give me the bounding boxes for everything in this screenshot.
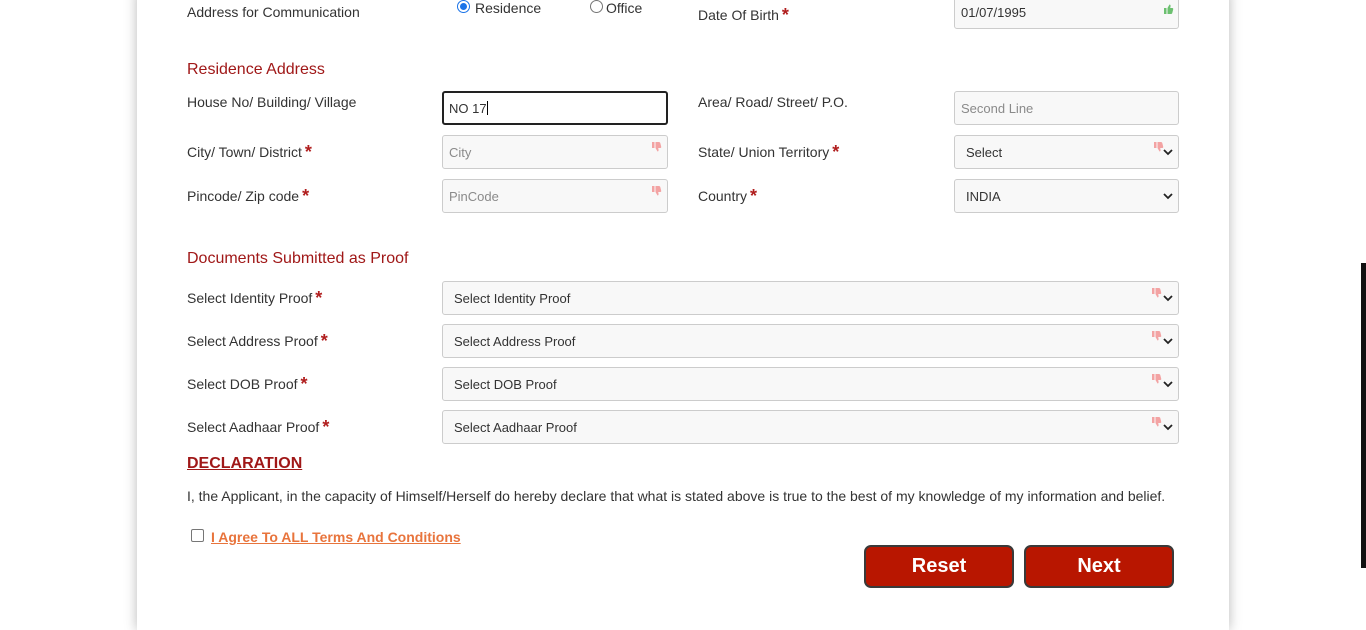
office-radio[interactable] (590, 0, 603, 13)
city-input[interactable]: City (442, 135, 668, 169)
communication-label: Address for Communication (187, 4, 360, 20)
thumbs-down-icon (1152, 288, 1162, 298)
identity-proof-label: Select Identity Proof * (187, 288, 323, 308)
dob-proof-selected-value: Select DOB Proof (454, 377, 557, 392)
office-radio-label[interactable]: Office (606, 0, 642, 16)
dob-input[interactable]: 01/07/1995 (954, 0, 1179, 29)
address-proof-label: Select Address Proof * (187, 331, 328, 351)
terms-link[interactable]: I Agree To ALL Terms And Conditions (211, 529, 461, 545)
aadhaar-proof-select[interactable]: Select Aadhaar Proof (442, 410, 1179, 444)
residence-address-title: Residence Address (187, 61, 325, 78)
thumbs-down-icon (652, 142, 662, 152)
required-marker: * (302, 186, 310, 206)
area-placeholder: Second Line (961, 101, 1034, 116)
chevron-down-icon (1163, 295, 1173, 302)
chevron-down-icon (1163, 381, 1173, 388)
state-select[interactable]: Select (954, 135, 1179, 169)
chevron-down-icon (1163, 193, 1173, 200)
thumbs-down-icon (1152, 417, 1162, 427)
text-caret (486, 101, 488, 115)
residence-radio-label[interactable]: Residence (475, 0, 541, 16)
chevron-down-icon (1163, 149, 1173, 156)
required-marker: * (315, 288, 323, 308)
agree-checkbox[interactable] (191, 529, 204, 542)
country-select[interactable]: INDIA (954, 179, 1179, 213)
thumbs-up-icon (1164, 4, 1174, 14)
declaration-text: I, the Applicant, in the capacity of Him… (187, 488, 1166, 504)
next-button[interactable]: Next (1024, 545, 1174, 588)
city-label: City/ Town/ District * (187, 142, 312, 162)
dob-proof-select[interactable]: Select DOB Proof (442, 367, 1179, 401)
required-marker: * (781, 5, 789, 25)
house-input[interactable]: NO 17 (442, 91, 668, 125)
aadhaar-proof-label: Select Aadhaar Proof * (187, 417, 330, 437)
declaration-title: DECLARATION (187, 455, 303, 472)
aadhaar-proof-selected-value: Select Aadhaar Proof (454, 420, 577, 435)
country-selected-value: INDIA (966, 189, 1001, 204)
state-label: State/ Union Territory * (698, 142, 840, 162)
documents-title: Documents Submitted as Proof (187, 250, 409, 267)
house-value: NO 17 (449, 101, 487, 116)
reset-button[interactable]: Reset (864, 545, 1014, 588)
required-marker: * (320, 331, 328, 351)
required-marker: * (322, 417, 330, 437)
area-input[interactable]: Second Line (954, 91, 1179, 125)
required-marker: * (832, 142, 840, 162)
pincode-input[interactable]: PinCode (442, 179, 668, 213)
thumbs-down-icon (1152, 331, 1162, 341)
required-marker: * (750, 186, 758, 206)
thumbs-down-icon (652, 186, 662, 196)
thumbs-down-icon (1152, 374, 1162, 384)
identity-proof-select[interactable]: Select Identity Proof (442, 281, 1179, 315)
address-proof-selected-value: Select Address Proof (454, 334, 576, 349)
dob-label: Date Of Birth * (698, 5, 789, 25)
residence-radio[interactable] (457, 0, 470, 13)
identity-proof-selected-value: Select Identity Proof (454, 291, 571, 306)
country-label: Country * (698, 186, 758, 206)
pincode-label: Pincode/ Zip code * (187, 186, 310, 206)
scrollbar[interactable] (1361, 263, 1366, 568)
dob-value: 01/07/1995 (961, 5, 1027, 20)
address-proof-select[interactable]: Select Address Proof (442, 324, 1179, 358)
house-label: House No/ Building/ Village (187, 94, 357, 110)
required-marker: * (304, 142, 312, 162)
chevron-down-icon (1163, 338, 1173, 345)
state-selected-value: Select (966, 145, 1003, 160)
pincode-placeholder: PinCode (449, 189, 499, 204)
chevron-down-icon (1163, 424, 1173, 431)
city-placeholder: City (449, 145, 472, 160)
area-label: Area/ Road/ Street/ P.O. (698, 94, 848, 110)
dob-proof-label: Select DOB Proof * (187, 374, 308, 394)
required-marker: * (300, 374, 308, 394)
